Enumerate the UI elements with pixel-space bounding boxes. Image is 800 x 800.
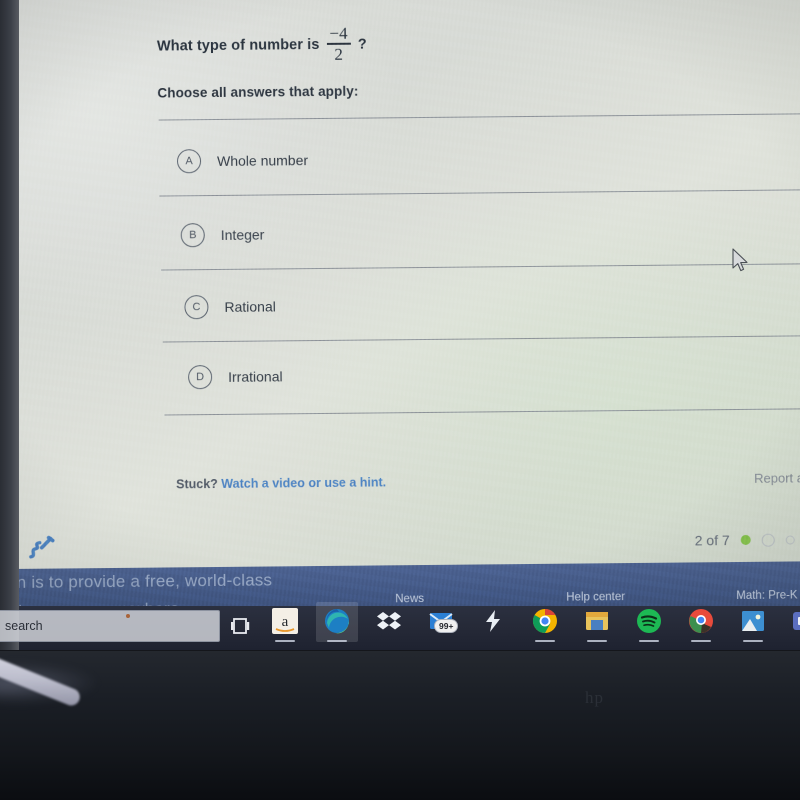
- question-suffix: ?: [357, 36, 367, 53]
- chrome-icon[interactable]: [532, 608, 558, 642]
- answer-choice-d[interactable]: D Irrational: [188, 364, 283, 390]
- pencil-scribble-icon[interactable]: [27, 535, 57, 562]
- store-icon[interactable]: [584, 608, 610, 642]
- photos-icon[interactable]: [740, 608, 766, 642]
- hint-link[interactable]: Watch a video or use a hint.: [221, 475, 386, 491]
- running-indicator: [639, 640, 659, 642]
- mouse-cursor: [731, 248, 751, 281]
- progress-text: 2 of 7: [694, 532, 730, 549]
- lightning-icon[interactable]: [480, 608, 506, 634]
- mail-icon[interactable]: 99+: [428, 608, 459, 634]
- divider-top: [158, 113, 800, 121]
- choice-label-b: Integer: [220, 226, 265, 243]
- teams-icon[interactable]: [792, 608, 800, 634]
- stuck-prompt: Stuck?: [176, 476, 218, 492]
- answer-choice-b[interactable]: B Integer: [180, 223, 265, 248]
- choice-badge-c: C: [184, 295, 209, 320]
- mission-line-1: ion is to provide a free, world-class: [2, 570, 273, 593]
- screen-dust-speck: [126, 614, 130, 618]
- choice-badge-b: B: [180, 223, 205, 248]
- running-indicator: [535, 640, 555, 642]
- choice-badge-a: A: [176, 149, 202, 174]
- hp-logo: hp: [585, 688, 604, 707]
- choice-badge-d: D: [188, 365, 213, 390]
- choice-label-a: Whole number: [216, 152, 309, 169]
- instruction-text: Choose all answers that apply:: [157, 83, 359, 101]
- footer-link-help-center[interactable]: Help center: [566, 591, 625, 604]
- svg-text:a: a: [282, 614, 289, 630]
- answer-choice-c[interactable]: C Rational: [184, 294, 276, 320]
- exercise-content: What type of number is −4 2 ? Choose all…: [0, 0, 800, 650]
- taskbar-app-icons: a 99+: [272, 602, 800, 642]
- fraction-numerator: −4: [329, 23, 348, 43]
- running-indicator: [327, 640, 347, 642]
- answer-choice-a[interactable]: A Whole number: [176, 148, 309, 174]
- laptop-screen-photo: hp What type of number is −4 2 ? Choose …: [0, 0, 800, 800]
- choice-label-d: Irrational: [228, 368, 283, 385]
- divider-bottom: [164, 408, 800, 416]
- running-indicator: [691, 640, 711, 642]
- laptop-deck: [0, 650, 800, 800]
- stuck-row: Stuck? Watch a video or use a hint.: [176, 475, 386, 491]
- question-prefix: What type of number is: [156, 37, 320, 55]
- search-placeholder: search: [5, 619, 43, 633]
- running-indicator: [275, 640, 295, 642]
- progress-indicator: 2 of 7: [695, 531, 795, 548]
- divider-b-c: [161, 263, 800, 271]
- spotify-icon[interactable]: [636, 608, 662, 642]
- dropbox-icon[interactable]: [376, 608, 402, 634]
- progress-dot-current[interactable]: [761, 533, 775, 547]
- search-input[interactable]: search: [0, 610, 220, 642]
- mail-badge: 99+: [434, 619, 459, 633]
- divider-c-d: [162, 335, 800, 343]
- progress-dot-upcoming[interactable]: [785, 534, 795, 545]
- footer-link-math[interactable]: Math: Pre-K: [736, 589, 797, 602]
- chrome-beta-icon[interactable]: [688, 608, 714, 642]
- progress-dot-completed[interactable]: [740, 534, 751, 545]
- fraction: −4 2: [326, 23, 351, 64]
- amazon-icon[interactable]: a: [272, 608, 298, 642]
- screen-area: What type of number is −4 2 ? Choose all…: [0, 0, 800, 650]
- task-view-icon[interactable]: [229, 614, 253, 638]
- screen-bezel-left: [0, 0, 19, 650]
- question-text: What type of number is −4 2 ?: [156, 23, 367, 66]
- running-indicator: [743, 640, 763, 642]
- fraction-denominator: 2: [334, 44, 344, 64]
- edge-icon[interactable]: [316, 602, 358, 642]
- report-link[interactable]: Report a: [754, 470, 800, 485]
- running-indicator: [587, 640, 607, 642]
- divider-a-b: [159, 189, 800, 197]
- footer-link-news[interactable]: News: [395, 593, 424, 605]
- choice-label-c: Rational: [224, 298, 276, 315]
